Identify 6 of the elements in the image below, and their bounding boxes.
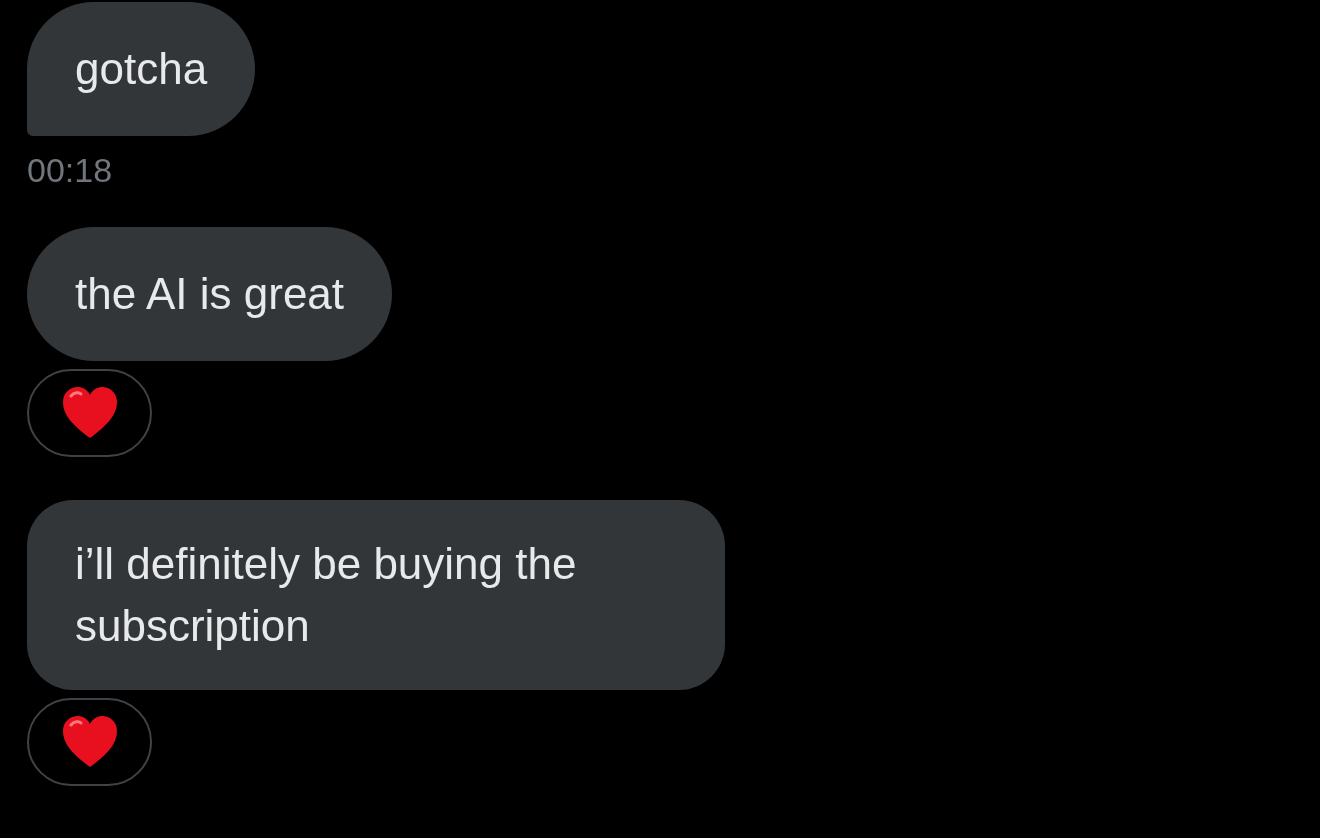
- timestamp: 00:18: [27, 150, 113, 190]
- message-bubble: gotcha: [27, 2, 256, 136]
- message-bubble: i’ll definitely be buying the subscription: [27, 500, 725, 690]
- heart-icon: [60, 715, 119, 769]
- message-bubble: the AI is great: [27, 227, 393, 361]
- heart-icon: [60, 386, 119, 440]
